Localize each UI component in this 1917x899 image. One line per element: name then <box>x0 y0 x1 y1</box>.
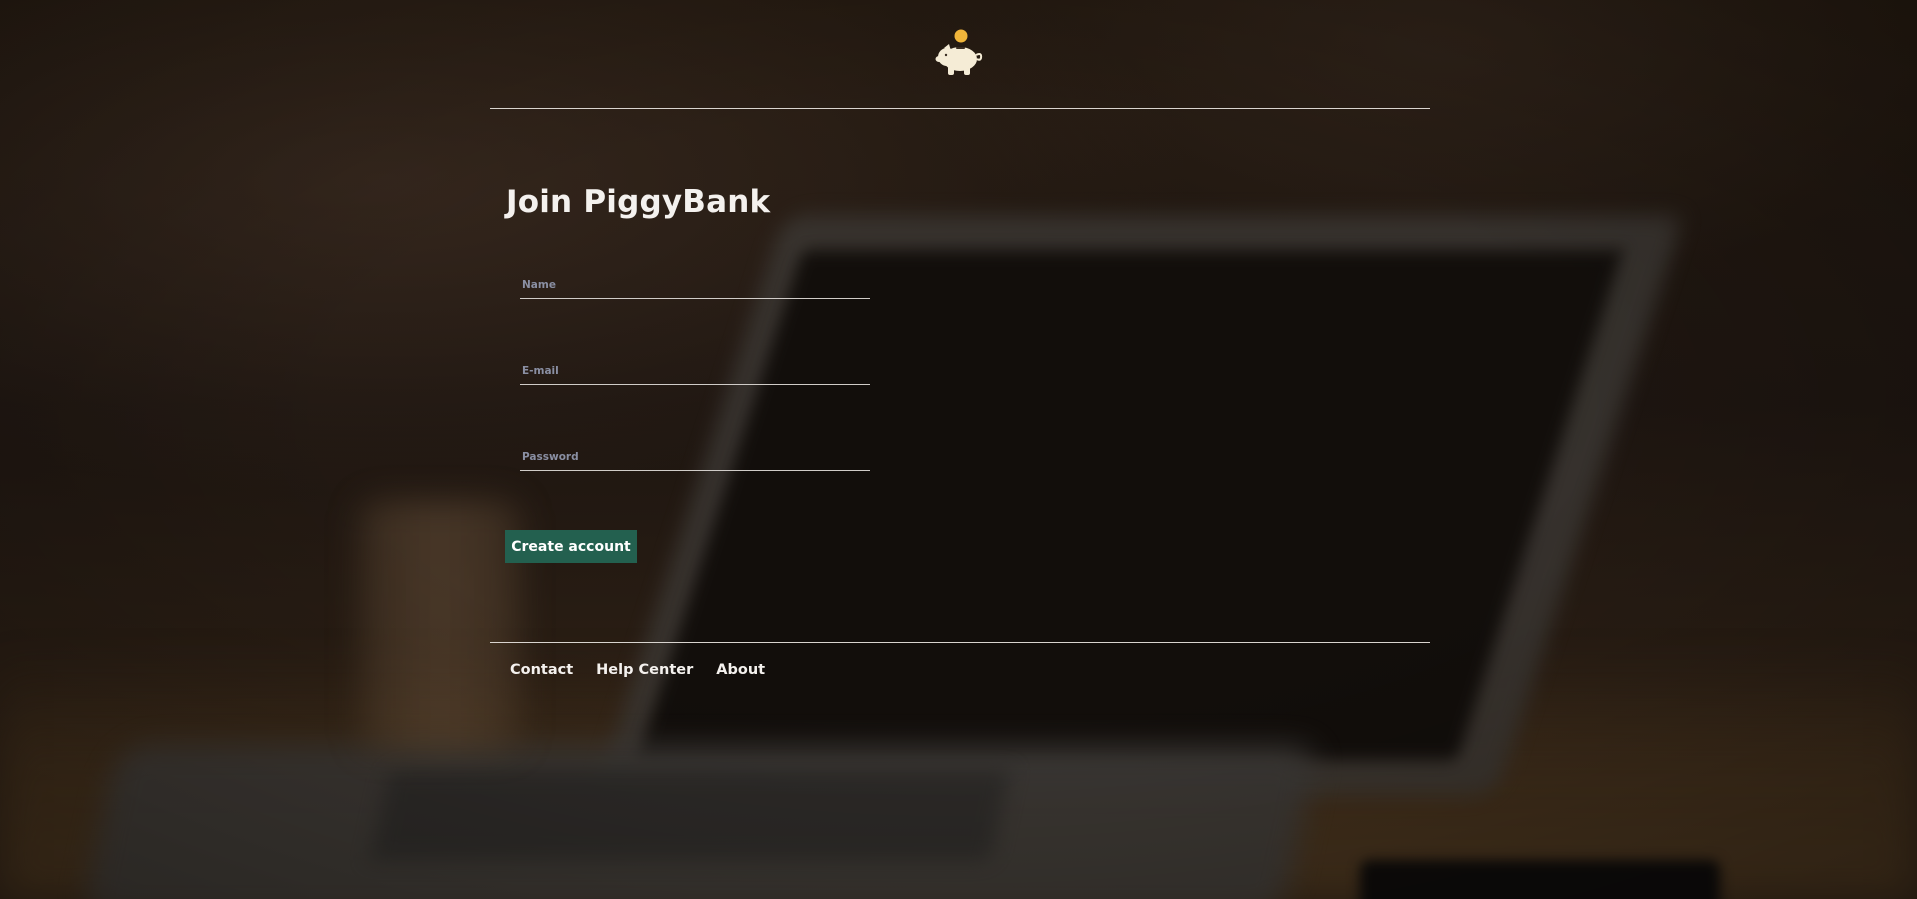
piggy-bank-icon[interactable] <box>934 28 986 80</box>
name-input[interactable] <box>520 272 870 298</box>
password-input[interactable] <box>520 444 870 470</box>
password-field <box>520 444 870 471</box>
header-divider <box>490 108 1430 109</box>
email-field <box>520 358 870 385</box>
footer-nav: Contact Help Center About <box>510 662 765 678</box>
create-account-button[interactable]: Create account <box>505 530 637 563</box>
footer-link-help-center[interactable]: Help Center <box>596 662 693 678</box>
page-title: Join PiggyBank <box>506 184 771 220</box>
page-container: Join PiggyBank Create account Contact He… <box>490 0 1430 899</box>
footer-link-contact[interactable]: Contact <box>510 662 573 678</box>
logo-graphic <box>935 29 983 75</box>
email-input[interactable] <box>520 358 870 384</box>
footer-divider <box>490 642 1430 643</box>
footer-link-about[interactable]: About <box>716 662 765 678</box>
name-field <box>520 272 870 299</box>
